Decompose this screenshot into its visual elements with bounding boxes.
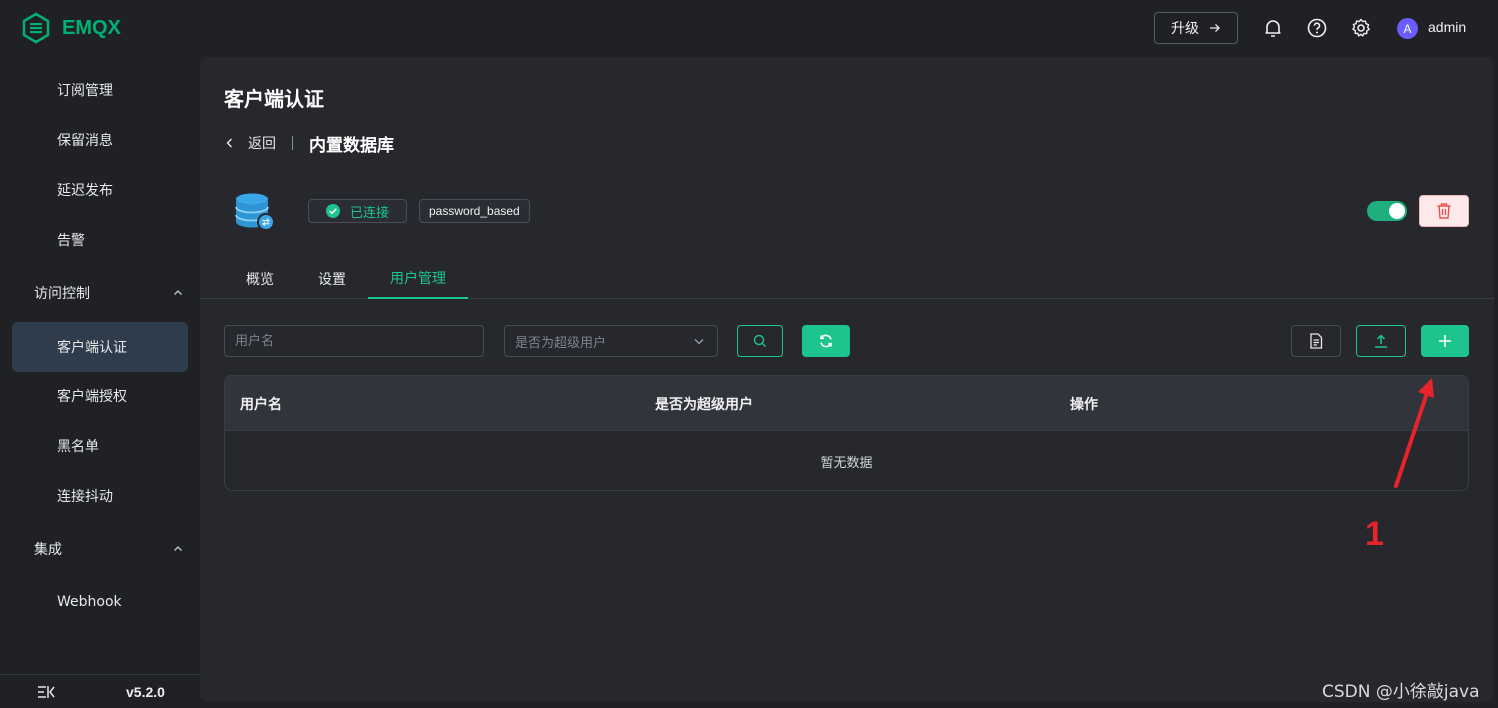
page-title: 客户端认证	[224, 87, 324, 111]
sub-title: 内置数据库	[309, 136, 394, 156]
search-icon	[753, 334, 766, 347]
sidebar-item-authorization[interactable]: 客户端授权	[12, 371, 188, 421]
users-table: 用户名 是否为超级用户 操作 暂无数据	[224, 375, 1469, 491]
document-icon	[1310, 333, 1323, 349]
sidebar-group-label: 集成	[34, 542, 62, 558]
emqx-logo-icon	[22, 12, 50, 44]
sidebar-item-label: 保留消息	[57, 133, 113, 149]
arrow-right-icon	[1210, 24, 1220, 32]
annotation-number: 1	[1365, 515, 1384, 553]
upgrade-label: 升级	[1171, 21, 1199, 37]
sidebar-item-delayed[interactable]: 延迟发布	[12, 165, 188, 215]
export-button[interactable]	[1291, 325, 1341, 357]
sidebar-item-label: 告警	[57, 233, 85, 249]
upload-icon	[1375, 334, 1387, 348]
app-logo[interactable]: EMQX	[20, 12, 121, 44]
sidebar-item-label: Webhook	[57, 594, 122, 610]
refresh-icon	[820, 334, 832, 348]
add-user-button[interactable]	[1421, 325, 1469, 357]
username-search-input[interactable]	[224, 325, 484, 357]
sidebar-item-flapping[interactable]: 连接抖动	[12, 471, 188, 521]
select-placeholder: 是否为超级用户	[515, 335, 607, 351]
tab-user-management[interactable]: 用户管理	[368, 259, 468, 299]
breadcrumb-divider	[292, 136, 293, 150]
back-label: 返回	[248, 136, 276, 152]
sidebar-item-label: 客户端授权	[57, 389, 127, 405]
refresh-button[interactable]	[802, 325, 850, 357]
import-button[interactable]	[1356, 325, 1406, 357]
trash-icon	[1437, 203, 1451, 219]
database-icon	[235, 193, 275, 231]
tab-label: 概览	[246, 272, 274, 288]
tab-label: 用户管理	[390, 271, 446, 287]
sidebar-item-label: 订阅管理	[57, 83, 113, 99]
table-header: 用户名 是否为超级用户 操作	[225, 376, 1468, 431]
main-panel: 客户端认证 返回 内置数据库 已连接 password_based 概览 设置	[200, 57, 1494, 702]
status-text: 已连接	[350, 205, 390, 221]
sidebar-item-authentication[interactable]: 客户端认证	[12, 322, 188, 372]
logo-text: EMQX	[62, 16, 121, 39]
chevron-up-icon	[174, 546, 182, 551]
sidebar-item-webhook[interactable]: Webhook	[12, 577, 188, 627]
user-avatar[interactable]: A	[1397, 18, 1418, 39]
sidebar-item-label: 黑名单	[57, 439, 99, 455]
chevron-left-icon	[226, 138, 232, 148]
plus-icon	[1439, 335, 1451, 347]
superuser-select[interactable]: 是否为超级用户	[504, 325, 718, 357]
sidebar: 订阅管理 保留消息 延迟发布 告警 访问控制 客户端认证 客户端授权 黑名单 连…	[0, 57, 200, 708]
collapse-sidebar-icon[interactable]	[36, 684, 56, 700]
tab-bar: 概览 设置 用户管理	[200, 259, 1494, 299]
sidebar-item-blacklist[interactable]: 黑名单	[12, 421, 188, 471]
column-header-username: 用户名	[240, 397, 282, 413]
sidebar-item-label: 延迟发布	[57, 183, 113, 199]
tab-overview[interactable]: 概览	[232, 259, 288, 299]
check-circle-icon	[326, 204, 340, 218]
column-header-actions: 操作	[1070, 397, 1098, 413]
bell-icon[interactable]	[1262, 17, 1284, 39]
user-name[interactable]: admin	[1428, 19, 1466, 35]
top-header: EMQX 升级 A admin	[0, 0, 1498, 57]
sidebar-item-alarms[interactable]: 告警	[12, 215, 188, 265]
enable-toggle[interactable]	[1367, 201, 1407, 221]
search-button[interactable]	[737, 325, 783, 357]
sidebar-footer: v5.2.0	[0, 674, 200, 708]
delete-button[interactable]	[1419, 195, 1469, 227]
sidebar-item-retained[interactable]: 保留消息	[12, 115, 188, 165]
sidebar-group-integration[interactable]: 集成	[34, 534, 184, 564]
column-header-superuser: 是否为超级用户	[655, 397, 753, 413]
mechanism-tag: password_based	[419, 199, 530, 223]
annotation-arrow-icon	[1394, 378, 1434, 488]
status-badge: 已连接	[308, 199, 407, 223]
sidebar-item-subscriptions[interactable]: 订阅管理	[12, 65, 188, 115]
chevron-down-icon	[694, 339, 704, 345]
chevron-up-icon	[174, 290, 182, 295]
tab-label: 设置	[318, 272, 346, 288]
version-label: v5.2.0	[126, 684, 165, 700]
tab-settings[interactable]: 设置	[304, 259, 360, 299]
sidebar-group-label: 访问控制	[34, 286, 90, 302]
sidebar-item-label: 连接抖动	[57, 489, 113, 505]
sidebar-item-label: 客户端认证	[57, 340, 127, 356]
back-link[interactable]: 返回	[224, 133, 276, 153]
help-icon[interactable]	[1306, 17, 1328, 39]
settings-gear-icon[interactable]	[1350, 17, 1372, 39]
watermark: CSDN @小徐敲java	[1322, 682, 1480, 702]
sidebar-group-access-control[interactable]: 访问控制	[34, 278, 184, 308]
upgrade-button[interactable]: 升级	[1154, 12, 1238, 44]
empty-state-text: 暂无数据	[820, 455, 873, 471]
